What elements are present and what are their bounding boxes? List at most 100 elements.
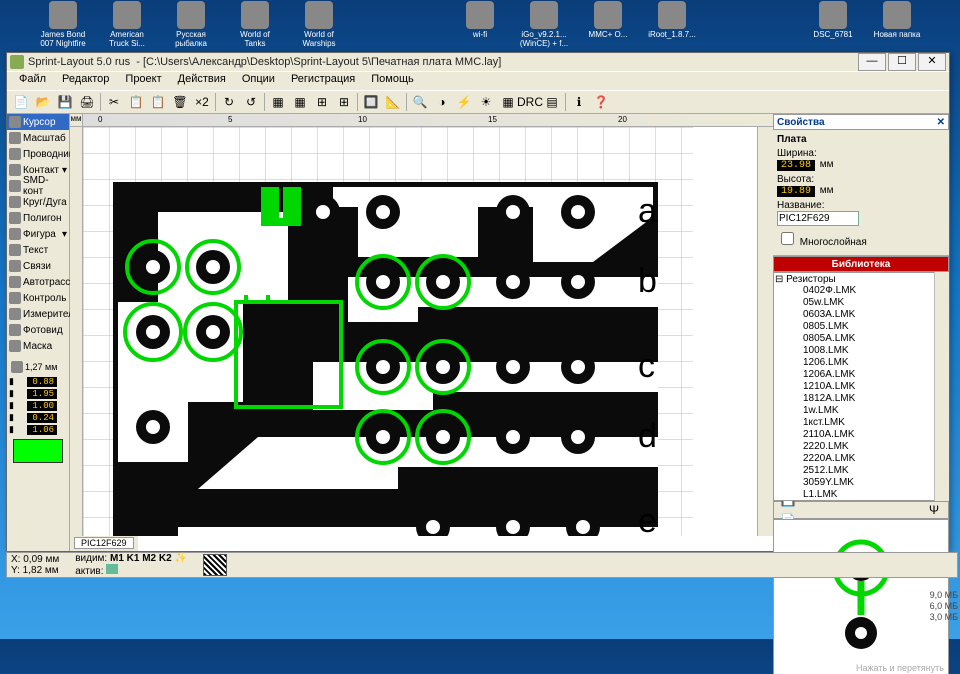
menu-item[interactable]: Проект [117, 72, 169, 90]
toolbar-button[interactable]: 🔲 [361, 92, 381, 112]
board-name-input[interactable] [777, 211, 859, 226]
tool-Контроль[interactable]: Контроль [7, 290, 69, 306]
titlebar[interactable]: Sprint-Layout 5.0 rus - [C:\Users\Алекса… [7, 53, 949, 71]
tool-Измеритель[interactable]: Измеритель [7, 306, 69, 322]
tool-Проводник[interactable]: Проводник [7, 146, 69, 162]
desktop-icon[interactable]: World of Tanks [230, 1, 280, 43]
desktop-icon[interactable]: James Bond 007 Nightfire [38, 1, 88, 43]
multilayer-checkbox[interactable] [781, 232, 794, 245]
desktop-icon[interactable]: Русская рыбалка [166, 1, 216, 43]
library-item[interactable]: 2220.LMK [775, 441, 947, 453]
current-color[interactable] [13, 439, 63, 463]
library-item[interactable]: 1кст.LMK [775, 417, 947, 429]
filter-icon[interactable]: Ψ [924, 500, 944, 520]
desktop-icon[interactable]: MMC+ O... [583, 1, 633, 43]
toolbar-button[interactable]: ◑ [432, 92, 452, 112]
menu-item[interactable]: Регистрация [283, 72, 363, 90]
toolbar-button[interactable]: ▦ [498, 92, 518, 112]
toolbar-button[interactable]: 🔍 [410, 92, 430, 112]
tool-Масштаб[interactable]: Масштаб [7, 130, 69, 146]
toolbar-button[interactable]: ☀ [476, 92, 496, 112]
library-item[interactable]: 2110A.LMK [775, 429, 947, 441]
library-item[interactable]: 0603A.LMK [775, 309, 947, 321]
toolbar-button[interactable]: 📋 [148, 92, 168, 112]
toolbar-button[interactable]: ❓ [591, 92, 611, 112]
scrollbar-v[interactable] [757, 127, 773, 536]
toolbar-button[interactable]: ↺ [241, 92, 261, 112]
desktop-icon[interactable]: American Truck Si... [102, 1, 152, 43]
library-item[interactable]: L1.LMK [775, 489, 947, 501]
library-item[interactable]: 1206.LMK [775, 357, 947, 369]
library-item[interactable]: 1206A.LMK [775, 369, 947, 381]
toolbar-button[interactable]: ⚡ [454, 92, 474, 112]
library-item[interactable]: 1812A.LMK [775, 393, 947, 405]
ruler-vertical[interactable] [70, 127, 83, 536]
toolbar-button[interactable]: 💾 [55, 92, 75, 112]
toolbar-button[interactable]: ▦ [268, 92, 288, 112]
toolbar-button[interactable]: ⊞ [312, 92, 332, 112]
library-item[interactable]: 1008.LMK [775, 345, 947, 357]
toolbar-button[interactable]: 🗑 [170, 92, 190, 112]
maximize-button[interactable]: ☐ [888, 53, 916, 71]
toolbar-button[interactable]: ▤ [542, 92, 562, 112]
desktop-icon[interactable]: iGo_v9.2.1... (WinCE) + f... [519, 1, 569, 43]
toolbar-button[interactable]: ↻ [219, 92, 239, 112]
board-height[interactable]: 19.89 [777, 186, 815, 197]
track-gauge[interactable]: ▮1.06 [9, 424, 67, 435]
close-button[interactable]: ✕ [918, 53, 946, 71]
tool-SMD-конт[interactable]: SMD-конт [7, 178, 69, 194]
pcb-canvas[interactable]: abcde [83, 127, 757, 536]
library-item[interactable]: 2220A.LMK [775, 453, 947, 465]
toolbar-button[interactable]: 📂 [33, 92, 53, 112]
menu-item[interactable]: Действия [170, 72, 234, 90]
tool-Текст[interactable]: Текст [7, 242, 69, 258]
library-scrollbar[interactable] [934, 272, 949, 501]
tool-Полигон[interactable]: Полигон [7, 210, 69, 226]
track-gauge[interactable]: ▮0.24 [9, 412, 67, 423]
hatch-icon[interactable] [203, 554, 227, 576]
toolbar-button[interactable]: DRC [520, 92, 540, 112]
library-item[interactable]: 1w.LMK [775, 405, 947, 417]
library-item[interactable]: 3059Y.LMK [775, 477, 947, 489]
tool-Маска[interactable]: Маска [7, 338, 69, 354]
library-item[interactable]: 05w.LMK [775, 297, 947, 309]
desktop-icon[interactable]: World of Warships [294, 1, 344, 43]
menu-item[interactable]: Файл [11, 72, 54, 90]
desktop-icon[interactable]: DSC_6781 [808, 1, 858, 43]
library-item[interactable]: 1210A.LMK [775, 381, 947, 393]
toolbar-button[interactable]: 📄 [11, 92, 31, 112]
track-gauge[interactable]: ▮1.00 [9, 400, 67, 411]
toolbar-button[interactable]: ⊞ [334, 92, 354, 112]
tool-Фотовид[interactable]: Фотовид [7, 322, 69, 338]
menu-item[interactable]: Помощь [363, 72, 422, 90]
track-gauge[interactable]: ▮1.95 [9, 388, 67, 399]
library-header[interactable]: Библиотека [773, 256, 949, 272]
tool-Фигура[interactable]: Фигура ▾ [7, 226, 69, 242]
toolbar-button[interactable]: ▦ [290, 92, 310, 112]
tool-Курсор[interactable]: Курсор [7, 114, 69, 130]
desktop-icon[interactable]: iRoot_1.8.7... [647, 1, 697, 43]
library-tree[interactable]: ⊟ Резисторы 0402Ф.LMK05w.LMK0603A.LMK080… [773, 272, 949, 501]
grid-setting[interactable]: 1,27 мм [9, 359, 67, 375]
tool-Автотрасса[interactable]: Автотрасса [7, 274, 69, 290]
library-preview[interactable]: Нажать и перетянуть [773, 519, 949, 674]
toolbar-button[interactable]: 🖨 [77, 92, 97, 112]
board-width[interactable]: 23.98 [777, 160, 815, 171]
toolbar-button[interactable]: ×2 [192, 92, 212, 112]
tool-Круг/Дуга[interactable]: Круг/Дуга [7, 194, 69, 210]
sheet-tabs[interactable]: PIC12F629 [70, 536, 138, 551]
track-gauge[interactable]: ▮0.88 [9, 376, 67, 387]
ruler-horizontal[interactable]: 05101520 [83, 114, 773, 126]
library-item[interactable]: 0805.LMK [775, 321, 947, 333]
toolbar-button[interactable]: 📋 [126, 92, 146, 112]
library-item[interactable]: 0402Ф.LMK [775, 285, 947, 297]
library-item[interactable]: 2512.LMK [775, 465, 947, 477]
tool-Связи[interactable]: Связи [7, 258, 69, 274]
toolbar-button[interactable]: 📐 [383, 92, 403, 112]
toolbar-button[interactable]: ✂ [104, 92, 124, 112]
desktop-icon[interactable]: Новая папка [872, 1, 922, 43]
minimize-button[interactable]: — [858, 53, 886, 71]
menu-item[interactable]: Редактор [54, 72, 117, 90]
menu-item[interactable]: Опции [234, 72, 283, 90]
properties-header[interactable]: Свойства✕ [773, 114, 949, 130]
